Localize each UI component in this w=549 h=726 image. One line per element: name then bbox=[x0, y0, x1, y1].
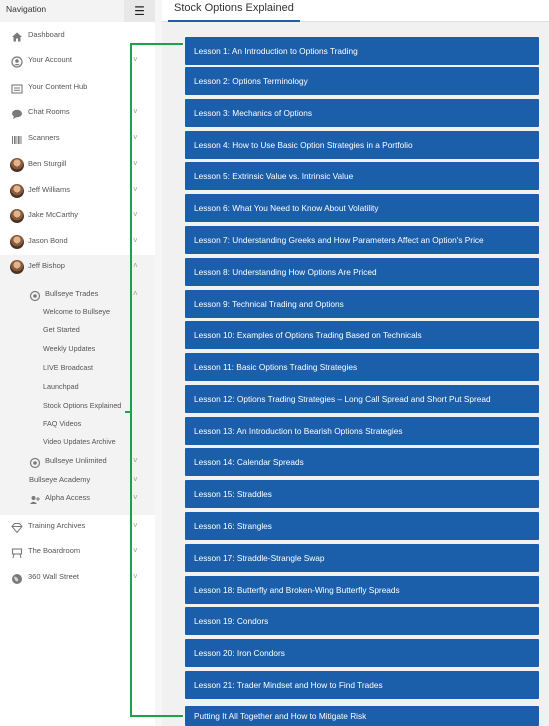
sidebar-item-training-archives-label: Training Archives bbox=[28, 521, 86, 530]
avatar bbox=[10, 235, 24, 249]
avatar bbox=[10, 260, 24, 274]
sidebar-subitem-launchpad-label: Launchpad bbox=[43, 382, 79, 391]
sidebar-item-dashboard-label: Dashboard bbox=[28, 30, 65, 39]
user-circle-icon bbox=[11, 55, 23, 68]
content-hub-icon bbox=[11, 82, 23, 94]
lesson-link[interactable]: Lesson 17: Straddle-Strangle Swap bbox=[185, 544, 539, 572]
lesson-link[interactable]: Lesson 20: Iron Condors bbox=[185, 639, 539, 667]
sidebar-item-scanners[interactable]: Scanners ˅ bbox=[0, 128, 155, 150]
diamond-icon bbox=[11, 521, 23, 534]
chevron-down-icon[interactable]: ˅ bbox=[133, 572, 138, 581]
lesson-link[interactable]: Lesson 7: Understanding Greeks and How P… bbox=[185, 226, 539, 254]
lesson-link[interactable]: Lesson 5: Extrinsic Value vs. Intrinsic … bbox=[185, 162, 539, 190]
sidebar-item-training-archives[interactable]: Training Archives ˅ bbox=[0, 516, 155, 538]
sidebar-subitem-video-updates-archive-label: Video Updates Archive bbox=[43, 437, 116, 446]
chevron-down-icon[interactable]: ˅ bbox=[133, 133, 138, 142]
nav-title: Navigation bbox=[6, 4, 47, 14]
sidebar-item-jeff-bishop-label: Jeff Bishop bbox=[28, 261, 65, 270]
chat-bubble-icon bbox=[11, 107, 23, 119]
lesson-link[interactable]: Lesson 4: How to Use Basic Option Strate… bbox=[185, 131, 539, 159]
barcode-icon bbox=[11, 133, 23, 145]
lesson-link[interactable]: Lesson 9: Technical Trading and Options bbox=[185, 290, 539, 318]
sidebar-item-your-content-hub[interactable]: Your Content Hub bbox=[0, 77, 155, 99]
sidebar-item-jason-bond[interactable]: Jason Bond ˅ bbox=[0, 231, 155, 253]
sidebar-subitem-faq-videos-label: FAQ Videos bbox=[43, 419, 82, 428]
sidebar-item-bullseye-trades-label: Bullseye Trades bbox=[45, 289, 99, 298]
sidebar-item-alpha-access[interactable]: Alpha Access ˅ bbox=[0, 488, 155, 510]
lesson-link[interactable]: Lesson 18: Butterfly and Broken-Wing But… bbox=[185, 576, 539, 604]
sidebar-item-alpha-access-label: Alpha Access bbox=[45, 493, 91, 502]
chevron-down-icon[interactable]: ˅ bbox=[133, 210, 138, 219]
lesson-link[interactable]: Lesson 10: Examples of Options Trading B… bbox=[185, 321, 539, 349]
sidebar-item-ben-sturgill-label: Ben Sturgill bbox=[28, 159, 67, 168]
target-icon bbox=[29, 456, 41, 469]
lesson-link[interactable]: Lesson 13: An Introduction to Bearish Op… bbox=[185, 417, 539, 445]
chevron-down-icon[interactable]: ˅ bbox=[133, 521, 138, 530]
sidebar-item-your-content-hub-label: Your Content Hub bbox=[28, 82, 88, 91]
globe-icon bbox=[11, 572, 23, 584]
chevron-up-icon[interactable]: ˄ bbox=[133, 261, 138, 270]
home-icon bbox=[11, 30, 23, 42]
sidebar-item-scanners-label: Scanners bbox=[28, 133, 60, 142]
lesson-link[interactable]: Lesson 14: Calendar Spreads bbox=[185, 448, 539, 476]
avatar bbox=[10, 158, 24, 172]
sidebar-item-jake-mccarthy[interactable]: Jake McCarthy ˅ bbox=[0, 205, 155, 227]
chevron-down-icon[interactable]: ˅ bbox=[133, 55, 138, 64]
sidebar-item-jeff-bishop[interactable]: Jeff Bishop ˄ bbox=[0, 256, 155, 278]
sidebar-subitem-get-started-label: Get Started bbox=[43, 325, 80, 334]
lesson-link[interactable]: Lesson 19: Condors bbox=[185, 607, 539, 635]
sidebar-subitem-stock-options-explained-label: Stock Options Explained bbox=[43, 401, 122, 410]
boardroom-icon bbox=[11, 546, 23, 559]
chevron-down-icon[interactable]: ˅ bbox=[133, 493, 138, 502]
sidebar-item-jeff-williams-label: Jeff Williams bbox=[28, 185, 70, 194]
sidebar-item-ben-sturgill[interactable]: Ben Sturgill ˅ bbox=[0, 154, 155, 176]
sidebar-item-the-boardroom-label: The Boardroom bbox=[28, 546, 81, 555]
lesson-link[interactable]: Lesson 16: Strangles bbox=[185, 512, 539, 540]
sidebar-item-360-wall-street[interactable]: 360 Wall Street ˅ bbox=[0, 567, 155, 589]
sidebar-item-the-boardroom[interactable]: The Boardroom ˅ bbox=[0, 541, 155, 563]
tab-bar: Stock Options Explained bbox=[162, 0, 549, 22]
sidebar-item-360-wall-street-label: 360 Wall Street bbox=[28, 572, 79, 581]
lesson-link[interactable]: Lesson 8: Understanding How Options Are … bbox=[185, 258, 539, 286]
sidebar-item-jason-bond-label: Jason Bond bbox=[28, 236, 68, 245]
sidebar-item-jeff-williams[interactable]: Jeff Williams ˅ bbox=[0, 180, 155, 202]
avatar bbox=[10, 184, 24, 198]
chevron-down-icon[interactable]: ˅ bbox=[133, 107, 138, 116]
navigation-sidebar: Navigation ☰ Dashboard Your Account ˅ Your … bbox=[0, 0, 155, 726]
tab-stock-options-explained[interactable]: Stock Options Explained bbox=[168, 0, 300, 22]
lesson-link[interactable]: Lesson 6: What You Need to Know About Vo… bbox=[185, 194, 539, 222]
lesson-link[interactable]: Putting It All Together and How to Mitig… bbox=[185, 706, 539, 726]
sidebar-item-bullseye-unlimited-label: Bullseye Unlimited bbox=[45, 456, 107, 465]
chevron-up-icon[interactable]: ˄ bbox=[133, 289, 138, 298]
chevron-down-icon[interactable]: ˅ bbox=[133, 546, 138, 555]
sidebar-item-your-account[interactable]: Your Account ˅ bbox=[0, 50, 155, 72]
chevron-down-icon[interactable]: ˅ bbox=[133, 475, 138, 484]
sidebar-item-your-account-label: Your Account bbox=[28, 55, 72, 64]
sidebar-gutter bbox=[155, 0, 162, 726]
users-plus-icon bbox=[29, 493, 41, 505]
lesson-link[interactable]: Lesson 15: Straddles bbox=[185, 480, 539, 508]
sidebar-item-bullseye-academy-label: Bullseye Academy bbox=[29, 475, 91, 484]
sidebar-item-chat-rooms[interactable]: Chat Rooms ˅ bbox=[0, 102, 155, 124]
lesson-link[interactable]: Lesson 12: Options Trading Strategies – … bbox=[185, 385, 539, 413]
lesson-link[interactable]: Lesson 2: Options Terminology bbox=[185, 67, 539, 95]
sidebar-subitem-live-broadcast-label: LIVE Broadcast bbox=[43, 363, 93, 372]
chevron-down-icon[interactable]: ˅ bbox=[133, 236, 138, 245]
chevron-down-icon[interactable]: ˅ bbox=[133, 159, 138, 168]
lesson-link[interactable]: Lesson 21: Trader Mindset and How to Fin… bbox=[185, 671, 539, 699]
sidebar-item-chat-rooms-label: Chat Rooms bbox=[28, 107, 70, 116]
sidebar-item-dashboard[interactable]: Dashboard bbox=[0, 25, 155, 47]
lesson-link[interactable]: Lesson 1: An Introduction to Options Tra… bbox=[185, 37, 539, 65]
avatar bbox=[10, 209, 24, 223]
sidebar-subitem-welcome-to-bullseye-label: Welcome to Bullseye bbox=[43, 307, 110, 316]
sidebar-subitem-weekly-updates-label: Weekly Updates bbox=[43, 344, 96, 353]
chevron-down-icon[interactable]: ˅ bbox=[133, 185, 138, 194]
hamburger-icon[interactable]: ☰ bbox=[124, 0, 155, 22]
chevron-down-icon[interactable]: ˅ bbox=[133, 456, 138, 465]
target-icon bbox=[29, 289, 41, 302]
sidebar-item-jake-mccarthy-label: Jake McCarthy bbox=[28, 210, 79, 219]
lesson-link[interactable]: Lesson 11: Basic Options Trading Strateg… bbox=[185, 353, 539, 381]
lesson-link[interactable]: Lesson 3: Mechanics of Options bbox=[185, 99, 539, 127]
